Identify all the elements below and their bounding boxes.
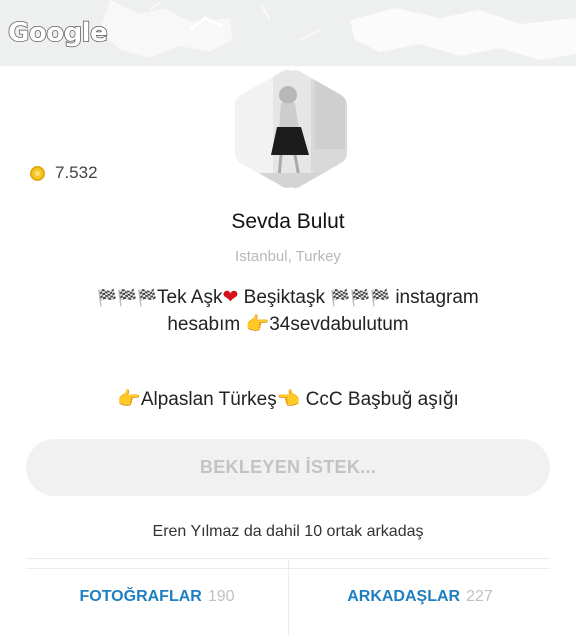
bio-text: 34sevdabulutum [269,314,409,335]
pointing-hand-icon: 👉 [117,388,141,410]
profile-tabs: FOTOĞRAFLAR 190 ARKADAŞLAR 227 [26,558,550,643]
tab-friends-count: 227 [466,588,493,605]
pointing-hand-icon: 👉 [245,313,270,335]
tab-friends-label: ARKADAŞLAR [347,588,461,605]
tab-friends[interactable]: ARKADAŞLAR 227 [288,559,551,635]
checkered-flags-icon: 🏁🏁🏁 [330,288,391,307]
tab-photos-label: FOTOĞRAFLAR [79,588,202,605]
profile-card: 7.532 Sevda Bulut Istanbul, Turkey 🏁🏁🏁Te… [0,66,576,635]
divider [26,568,550,569]
bio-text: CcC Başbuğ aşığı [300,389,459,410]
bio-text: hesabım [167,314,246,335]
checkered-flags-icon: 🏁🏁🏁 [97,288,157,307]
coin-balance: 7.532 [30,163,98,183]
tab-photos-count: 190 [207,588,235,605]
pointing-hand-left-icon: 👈 [276,388,301,410]
bio-text: Beşiktaşk [238,287,331,308]
heart-icon: ❤ [222,286,239,308]
bio-text: Alpaslan Türkeş [140,389,277,410]
profile-bio: 🏁🏁🏁Tek Aşk❤ Beşiktaşk 🏁🏁🏁 instagram hesa… [20,284,556,338]
map-banner: Google [0,0,576,66]
bio-text: Tek Aşk [157,287,223,308]
google-logo: Google [7,17,108,49]
pending-request-button[interactable]: BEKLEYEN İSTEK... [26,439,550,496]
mutual-friends-text[interactable]: Eren Yılmaz da dahil 10 ortak arkadaş [0,523,576,541]
profile-name: Sevda Bulut [231,210,345,233]
coin-icon [30,165,45,181]
bio-text: instagram [390,287,479,308]
profile-bio-secondary: 👉Alpaslan Türkeş👈 CcC Başbuğ aşığı [20,386,556,413]
tab-photos[interactable]: FOTOĞRAFLAR 190 [26,559,288,635]
coin-count: 7.532 [55,163,98,182]
profile-location: Istanbul, Turkey [235,248,341,265]
avatar[interactable] [233,69,349,189]
